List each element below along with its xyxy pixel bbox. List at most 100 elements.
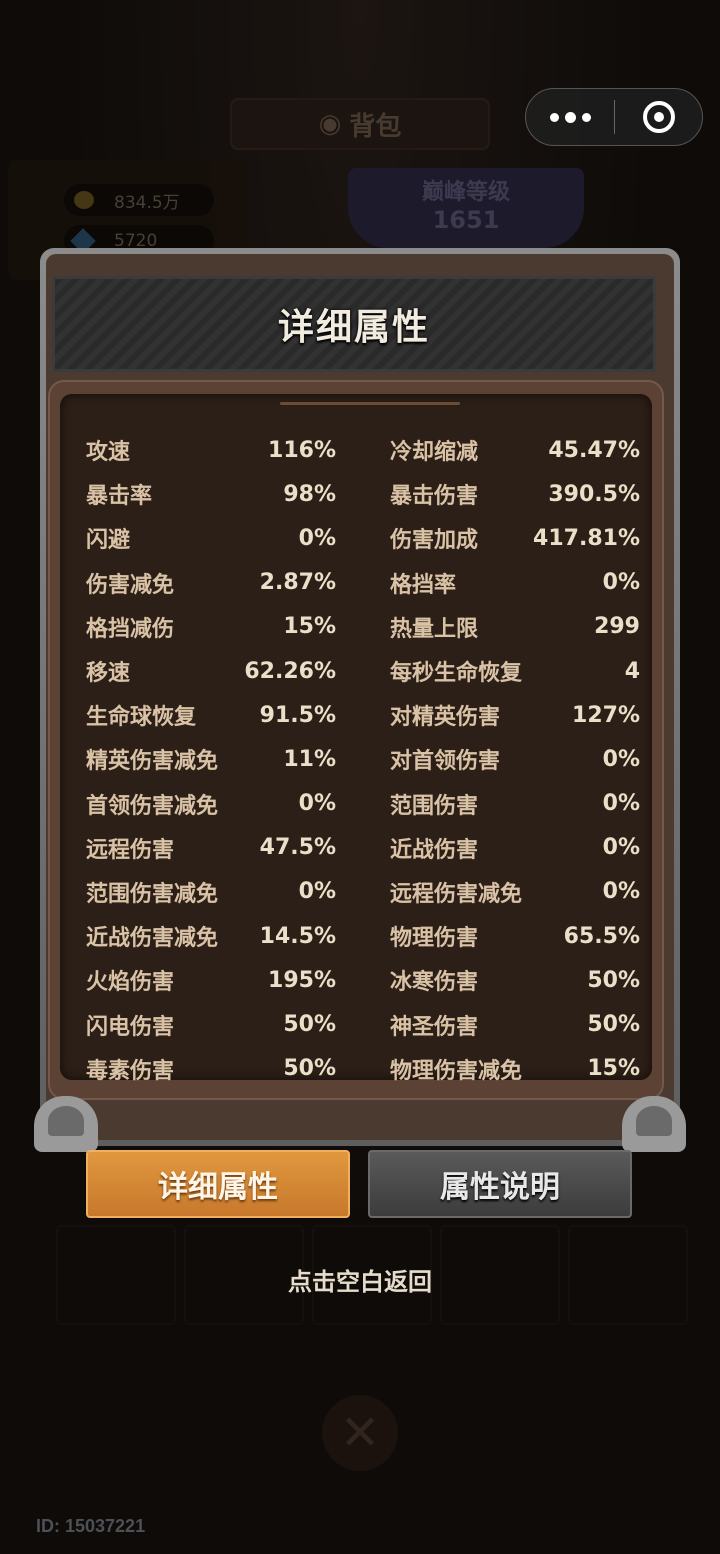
stat-label: 物理伤害 bbox=[390, 926, 479, 952]
stat-label: 闪避 bbox=[86, 528, 131, 554]
stat-label: 首领伤害减免 bbox=[86, 793, 219, 819]
stat-row: 攻速 116% bbox=[86, 428, 336, 472]
mini-program-capsule bbox=[525, 88, 703, 146]
stat-value: 50% bbox=[587, 967, 640, 993]
target-icon bbox=[642, 101, 675, 133]
stat-row: 对首领伤害 0% bbox=[390, 737, 640, 781]
stat-row: 毒素伤害 50% bbox=[86, 1047, 336, 1091]
corner-ornament bbox=[622, 1096, 686, 1152]
stat-row: 神圣伤害 50% bbox=[390, 1002, 640, 1046]
stat-row: 物理伤害 65.5% bbox=[390, 914, 640, 958]
stat-value: 50% bbox=[587, 1012, 640, 1038]
stat-value: 195% bbox=[268, 967, 336, 993]
stat-row: 生命球恢复 91.5% bbox=[86, 693, 336, 737]
stat-row: 热量上限 299 bbox=[390, 605, 640, 649]
dot-icon bbox=[581, 112, 591, 122]
stat-value: 0% bbox=[602, 746, 640, 772]
stat-row: 精英伤害减免 11% bbox=[86, 737, 336, 781]
stat-row: 伤害加成 417.81% bbox=[390, 516, 640, 560]
stat-value: 116% bbox=[268, 437, 336, 463]
stat-row: 冷却缩减 45.47% bbox=[390, 428, 640, 472]
panel-header: 详细属性 bbox=[52, 276, 656, 372]
stat-label: 闪电伤害 bbox=[86, 1014, 175, 1040]
stat-value: 47.5% bbox=[259, 835, 336, 861]
stat-row: 火焰伤害 195% bbox=[86, 958, 336, 1002]
stat-row: 物理伤害减免 15% bbox=[390, 1047, 640, 1091]
dot-icon bbox=[549, 112, 559, 122]
stat-label: 生命球恢复 bbox=[86, 705, 197, 731]
stat-value: 299 bbox=[594, 614, 640, 640]
stat-value: 98% bbox=[283, 481, 336, 507]
stats-list: 攻速 116% 暴击率 98% 闪避 0% 伤害减免 2.87% 格挡减伤 15% 移速 62.26%… bbox=[60, 394, 652, 1084]
stat-label: 暴击伤害 bbox=[390, 484, 479, 510]
stat-row: 闪避 0% bbox=[86, 516, 336, 560]
stat-label: 范围伤害减免 bbox=[86, 881, 219, 907]
stat-label: 精英伤害减免 bbox=[86, 749, 219, 775]
stat-value: 0% bbox=[602, 791, 640, 817]
stat-row: 对精英伤害 127% bbox=[390, 693, 640, 737]
stat-label: 格挡减伤 bbox=[86, 616, 175, 642]
stat-label: 近战伤害减免 bbox=[86, 926, 219, 952]
stats-frame: 攻速 116% 暴击率 98% 闪避 0% 伤害减免 2.87% 格挡减伤 15% 移速 62.26%… bbox=[48, 380, 664, 1100]
exit-button[interactable] bbox=[615, 89, 702, 145]
stat-value: 45.47% bbox=[548, 437, 640, 463]
stat-value: 0% bbox=[602, 835, 640, 861]
corner-ornament bbox=[34, 1096, 98, 1152]
stats-column-right: 冷却缩减 45.47% 暴击伤害 390.5% 伤害加成 417.81% 格挡率 0% 热量上限… bbox=[390, 428, 640, 1091]
stat-row: 远程伤害减免 0% bbox=[390, 870, 640, 914]
tap-blank-return-hint: 点击空白返回 bbox=[288, 1268, 432, 1296]
stat-label: 物理伤害减免 bbox=[390, 1058, 523, 1084]
stat-value: 390.5% bbox=[548, 481, 640, 507]
more-button[interactable] bbox=[526, 89, 614, 145]
stat-label: 冷却缩减 bbox=[390, 440, 479, 466]
stat-value: 0% bbox=[298, 791, 336, 817]
stat-label: 热量上限 bbox=[390, 616, 479, 642]
stat-value: 91.5% bbox=[259, 702, 336, 728]
stat-label: 格挡率 bbox=[390, 572, 457, 598]
stat-row: 移速 62.26% bbox=[86, 649, 336, 693]
stat-label: 伤害减免 bbox=[86, 572, 175, 598]
stat-value: 14.5% bbox=[259, 923, 336, 949]
stat-value: 15% bbox=[587, 1056, 640, 1082]
stat-row: 近战伤害 0% bbox=[390, 826, 640, 870]
stat-row: 闪电伤害 50% bbox=[86, 1002, 336, 1046]
stat-value: 15% bbox=[283, 614, 336, 640]
stat-value: 62.26% bbox=[244, 658, 336, 684]
stat-label: 攻速 bbox=[86, 440, 131, 466]
stat-label: 冰寒伤害 bbox=[390, 970, 479, 996]
stat-value: 2.87% bbox=[259, 570, 336, 596]
stat-label: 伤害加成 bbox=[390, 528, 479, 554]
stat-row: 近战伤害减免 14.5% bbox=[86, 914, 336, 958]
stat-value: 50% bbox=[283, 1056, 336, 1082]
stat-label: 暴击率 bbox=[86, 484, 153, 510]
stat-row: 范围伤害 0% bbox=[390, 782, 640, 826]
stat-row: 暴击伤害 390.5% bbox=[390, 472, 640, 516]
tab-attribute-explanation[interactable]: 属性说明 bbox=[368, 1150, 632, 1218]
stat-row: 冰寒伤害 50% bbox=[390, 958, 640, 1002]
stat-label: 神圣伤害 bbox=[390, 1014, 479, 1040]
stat-row: 格挡减伤 15% bbox=[86, 605, 336, 649]
stat-label: 对首领伤害 bbox=[390, 749, 501, 775]
stat-value: 0% bbox=[298, 525, 336, 551]
stat-value: 0% bbox=[298, 879, 336, 905]
stat-value: 50% bbox=[283, 1012, 336, 1038]
stat-label: 每秒生命恢复 bbox=[390, 661, 523, 687]
stat-value: 4 bbox=[624, 658, 640, 684]
stat-value: 417.81% bbox=[533, 525, 640, 551]
stat-label: 移速 bbox=[86, 661, 131, 687]
tab-detailed-attributes[interactable]: 详细属性 bbox=[86, 1150, 350, 1218]
stat-row: 伤害减免 2.87% bbox=[86, 561, 336, 605]
stat-label: 对精英伤害 bbox=[390, 705, 501, 731]
stat-value: 0% bbox=[602, 570, 640, 596]
stat-label: 火焰伤害 bbox=[86, 970, 175, 996]
stat-label: 远程伤害减免 bbox=[390, 881, 523, 907]
stat-row: 格挡率 0% bbox=[390, 561, 640, 605]
stat-row: 范围伤害减免 0% bbox=[86, 870, 336, 914]
stat-value: 127% bbox=[572, 702, 640, 728]
stat-label: 毒素伤害 bbox=[86, 1058, 175, 1084]
stat-row: 首领伤害减免 0% bbox=[86, 782, 336, 826]
stat-label: 远程伤害 bbox=[86, 837, 175, 863]
stat-value: 65.5% bbox=[563, 923, 640, 949]
stat-value: 0% bbox=[602, 879, 640, 905]
stat-row: 暴击率 98% bbox=[86, 472, 336, 516]
